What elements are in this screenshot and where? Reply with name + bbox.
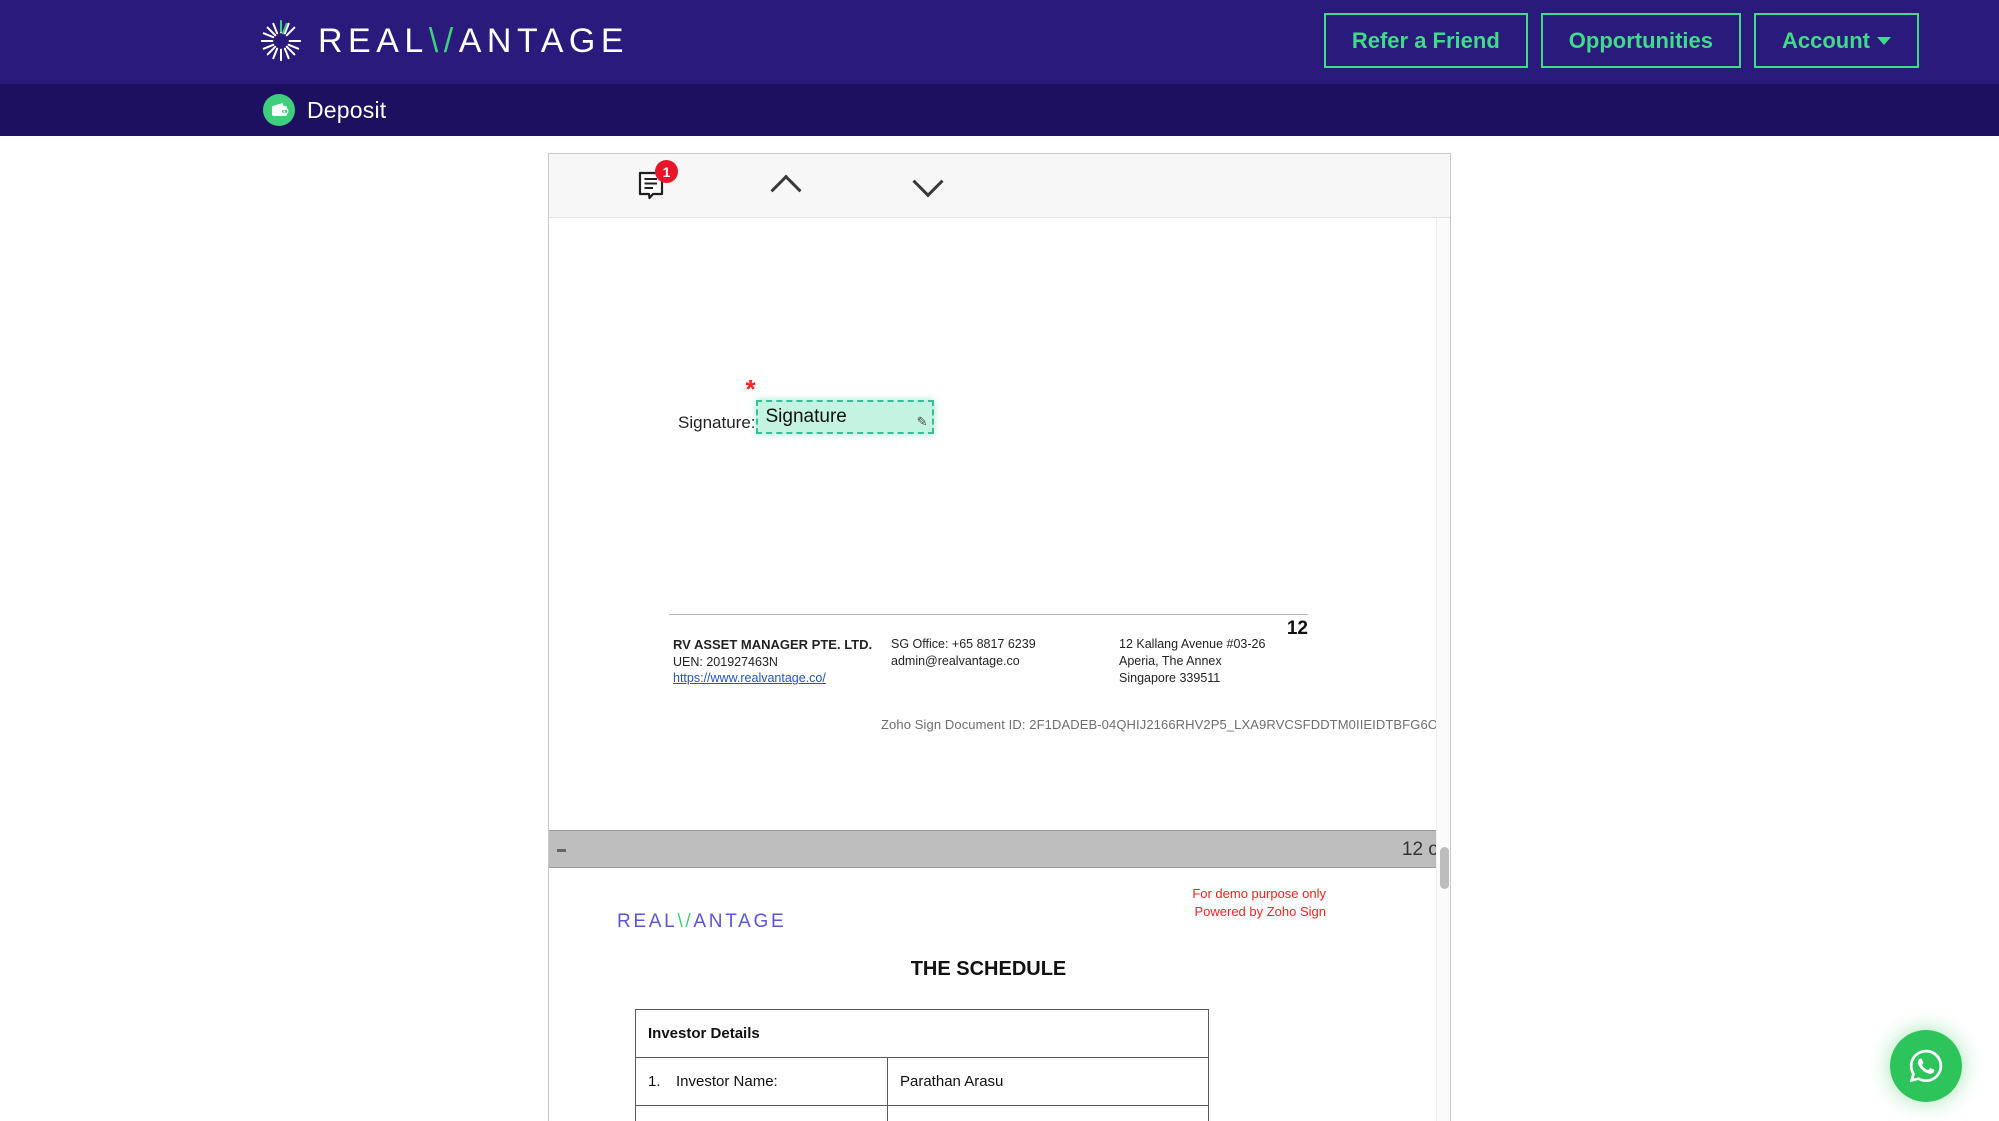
footer-company-column: RV ASSET MANAGER PTE. LTD. UEN: 20192746…: [673, 636, 891, 687]
footer-address-line-3: Singapore 339511: [1119, 670, 1221, 685]
footer-email: admin@realvantage.co: [891, 653, 1020, 668]
starburst-icon: [260, 19, 302, 62]
pdf-viewer: 1 119% Signature: *: [548, 153, 1451, 1121]
opportunities-label: Opportunities: [1568, 28, 1713, 53]
whatsapp-icon: [1909, 1049, 1943, 1083]
row-index: 1.: [648, 1073, 661, 1090]
deposit-nav-item[interactable]: Deposit: [263, 94, 386, 126]
refer-a-friend-label: Refer a Friend: [1351, 28, 1500, 53]
signature-field-label: Signature:: [678, 413, 756, 432]
page-separator-bar[interactable]: 12 of 1: [549, 830, 1450, 868]
investor-name-value-cell: Parathan Arasu: [887, 1057, 1209, 1106]
zoho-document-id: Zoho Sign Document ID: 2F1DADEB-04QHIJ21…: [881, 717, 1448, 732]
table-row: 1. Investor Name: Parathan Arasu: [635, 1057, 1209, 1106]
comment-document-icon[interactable]: 1: [623, 154, 679, 217]
investor-details-table: Investor Details 1. Investor Name: Parath…: [635, 1009, 1209, 1121]
deposit-label: Deposit: [307, 96, 387, 123]
footer-divider: [669, 614, 1308, 615]
next-page-button[interactable]: [901, 154, 955, 217]
footer-contact-column: SG Office: +65 8817 6239 admin@realvanta…: [891, 636, 1119, 687]
wallet-icon: [263, 94, 295, 126]
table-row: 2.NRIC/Passport/UEN No.: S6005048A: [635, 1105, 1209, 1121]
account-menu-button[interactable]: Account: [1754, 13, 1919, 68]
signature-placeholder-text: Signature: [765, 406, 847, 427]
brand-v-glyph: \/: [428, 22, 459, 60]
nric-value-cell: S6005048A: [887, 1105, 1209, 1121]
pen-icon: ✎: [916, 414, 928, 429]
top-navigation-bar: REAL\/ANTAGE Refer a Friend Opportunitie…: [0, 0, 1999, 84]
footer-company-name: RV ASSET MANAGER PTE. LTD.: [673, 637, 873, 652]
previous-page-button[interactable]: [759, 154, 813, 217]
row-label: Investor Name:: [676, 1073, 778, 1090]
signature-input-field[interactable]: Signature ✎: [755, 400, 934, 434]
pdf-scroll-area[interactable]: Signature: * Signature ✎ 12 RV ASSET MAN…: [549, 218, 1450, 1121]
table-header-row: Investor Details: [635, 1009, 1209, 1058]
top-nav-actions: Refer a Friend Opportunities Account: [1323, 13, 1919, 68]
signature-field-group: * Signature ✎: [746, 376, 934, 434]
footer-phone: SG Office: +65 8817 6239: [891, 637, 1036, 651]
nric-label-cell: 2.NRIC/Passport/UEN No.:: [635, 1105, 888, 1121]
account-label: Account: [1782, 28, 1870, 53]
demo-note-line-1: For demo purpose only: [1192, 886, 1326, 901]
footer-uen: UEN: 201927463N: [673, 654, 778, 669]
pdf-toolbar: 1 119%: [549, 154, 1450, 218]
required-asterisk: *: [745, 374, 756, 404]
footer-address-column: 12 Kallang Avenue #03-26 Aperia, The Ann…: [1119, 636, 1309, 687]
footer-address-line-1: 12 Kallang Avenue #03-26: [1119, 637, 1266, 651]
sub-navigation-bar: Deposit: [0, 84, 1999, 136]
footer-address-line-2: Aperia, The Annex: [1119, 653, 1222, 668]
demo-watermark-note: For demo purpose only Powered by Zoho Si…: [1192, 885, 1326, 920]
brand-logo[interactable]: REAL\/ANTAGE: [258, 18, 629, 64]
pdf-scrollbar-thumb[interactable]: [1440, 847, 1449, 889]
document-footer: RV ASSET MANAGER PTE. LTD. UEN: 20192746…: [673, 636, 1313, 687]
opportunities-button[interactable]: Opportunities: [1540, 13, 1741, 68]
document-logo-v-glyph: \/: [677, 911, 694, 932]
investor-name-label-cell: 1. Investor Name:: [635, 1057, 888, 1106]
pdf-page-12: Signature: * Signature ✎ 12 RV ASSET MAN…: [549, 218, 1447, 830]
collapse-marker-icon: [557, 849, 566, 852]
refer-a-friend-button[interactable]: Refer a Friend: [1323, 13, 1528, 68]
chevron-up-icon: [770, 174, 802, 206]
table-header-cell: Investor Details: [635, 1009, 1209, 1058]
footer-website-link[interactable]: https://www.realvantage.co/: [673, 670, 891, 687]
chevron-down-icon: [1877, 37, 1891, 45]
comment-count-badge: 1: [655, 160, 678, 183]
pdf-vertical-scrollbar[interactable]: [1436, 218, 1450, 1121]
pdf-page-13: For demo purpose only Powered by Zoho Si…: [549, 868, 1428, 1121]
schedule-title: THE SCHEDULE: [910, 958, 1067, 980]
brand-wordmark: REAL\/ANTAGE: [318, 22, 630, 60]
document-logo: REAL\/ANTAGE: [617, 911, 787, 932]
signature-row: Signature: * Signature ✎: [678, 376, 934, 434]
demo-note-line-2: Powered by Zoho Sign: [1194, 903, 1326, 919]
chevron-down-icon: [912, 165, 944, 197]
whatsapp-chat-button[interactable]: [1890, 1030, 1962, 1102]
